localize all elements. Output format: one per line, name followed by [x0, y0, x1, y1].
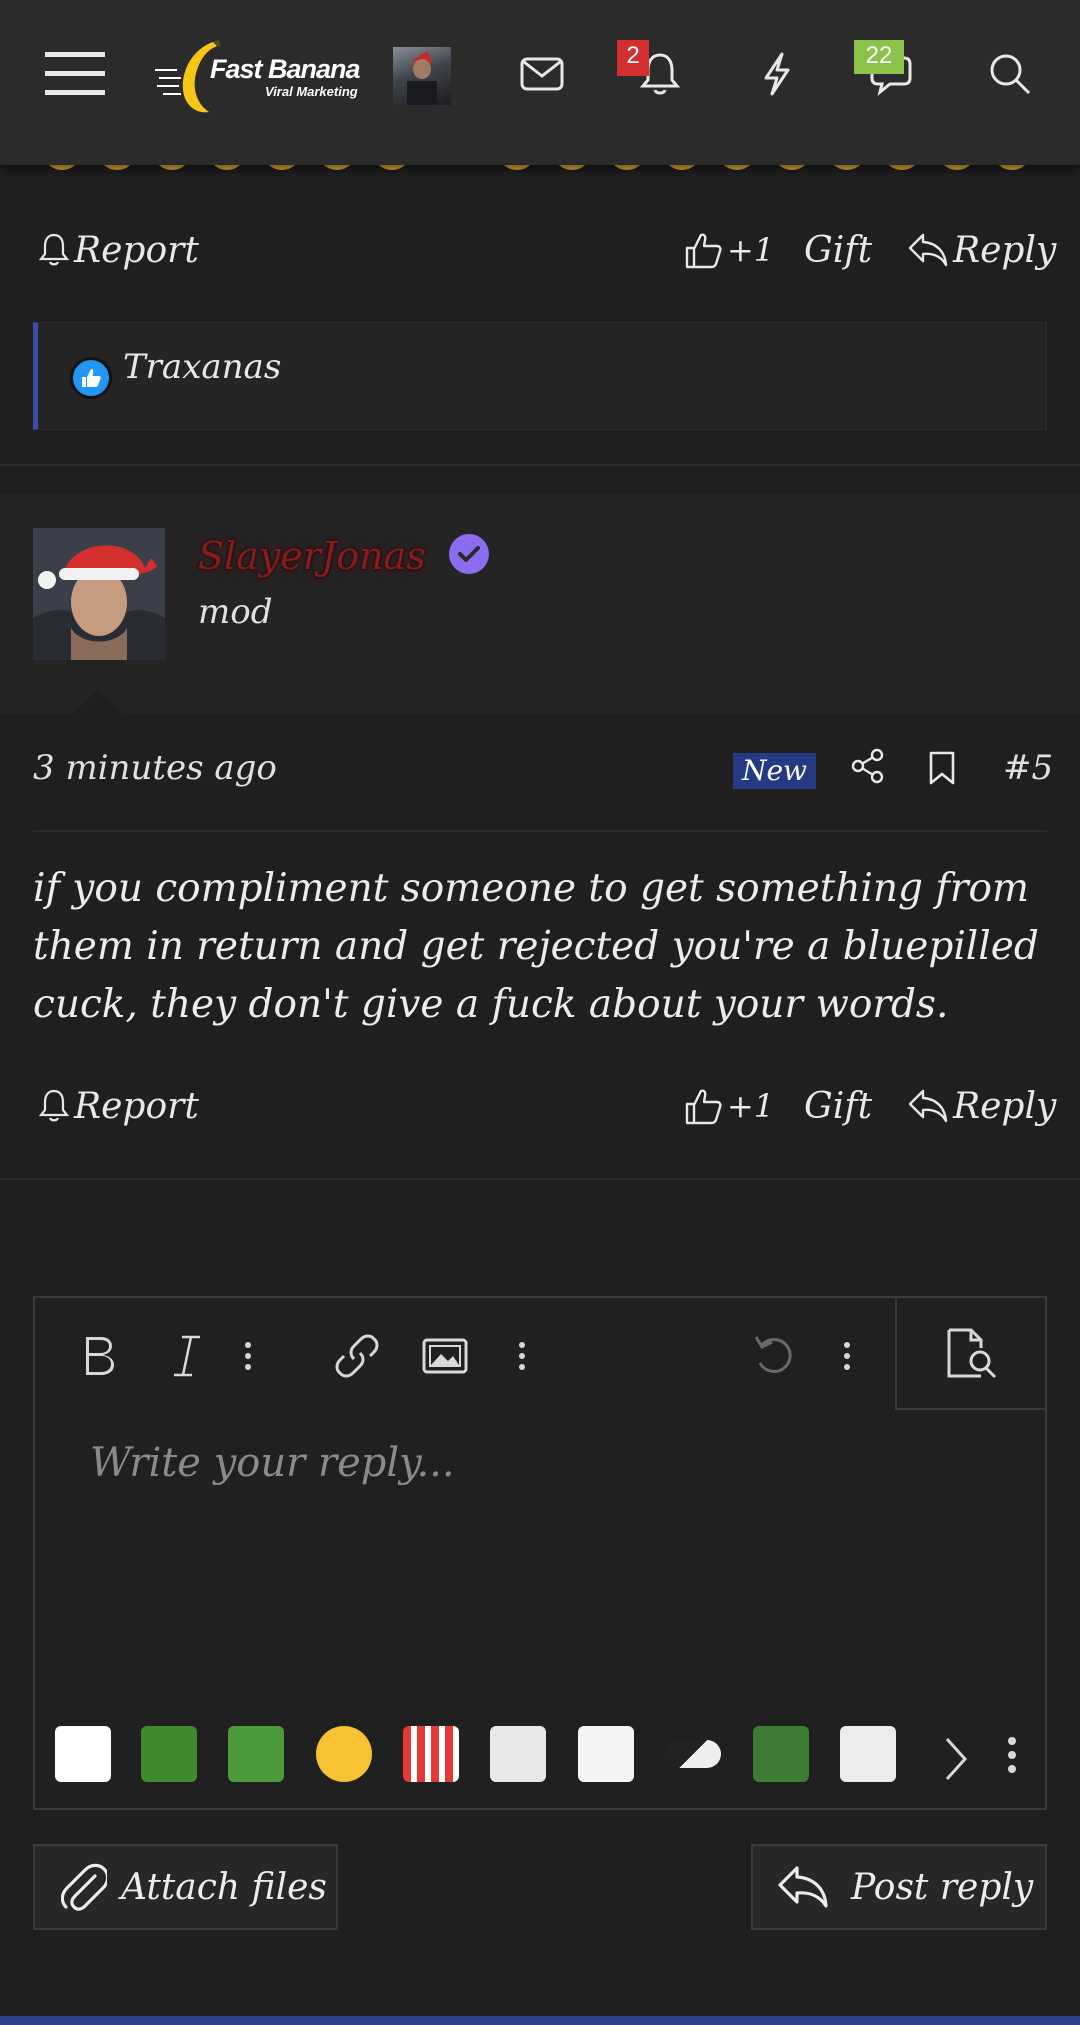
gift-button[interactable]: Gift	[804, 1076, 872, 1136]
report-button[interactable]: Report	[38, 220, 199, 280]
bookmark-icon[interactable]	[928, 750, 960, 790]
logo-title: Fast Banana	[210, 54, 361, 84]
new-badge: New	[733, 753, 816, 789]
like-icon	[685, 233, 722, 269]
envelope-icon[interactable]	[510, 42, 574, 106]
like-icon	[685, 1089, 722, 1125]
user-block-pointer	[70, 690, 126, 716]
more-insert-options-icon[interactable]	[507, 1326, 537, 1386]
report-label: Report	[74, 229, 199, 271]
report-button[interactable]: Report	[38, 1076, 199, 1136]
italic-button[interactable]	[157, 1326, 217, 1386]
menu-icon[interactable]	[43, 42, 107, 106]
pill-smilie-icon[interactable]	[665, 1740, 721, 1768]
bold-button[interactable]	[69, 1326, 129, 1386]
pepe-cry-smilie-icon[interactable]	[228, 1726, 284, 1782]
attach-files-button[interactable]: Attach files	[33, 1844, 338, 1930]
preview-icon	[947, 1328, 997, 1379]
alerts-count-badge: 2	[617, 40, 649, 76]
reply-icon	[908, 233, 948, 267]
popcorn-smilie-icon[interactable]	[403, 1726, 459, 1782]
bell-icon	[38, 233, 70, 266]
smilie-bar	[35, 1718, 1045, 1788]
like-count: +1	[727, 231, 775, 269]
smirk-wojak-smilie-icon[interactable]	[490, 1726, 546, 1782]
post-body: if you compliment someone to get somethi…	[33, 866, 1039, 1027]
gift-label: Gift	[804, 1085, 873, 1127]
top-header: Fast Banana Viral Marketing 2 22	[0, 0, 1080, 165]
search-icon[interactable]	[978, 42, 1042, 106]
logo-subtitle: Viral Marketing	[265, 84, 358, 99]
reply-icon	[778, 1866, 828, 1908]
reaction-user[interactable]: Traxanas	[123, 347, 281, 387]
preview-button[interactable]	[895, 1298, 1047, 1410]
wojak-smilie-icon[interactable]	[55, 1726, 111, 1782]
post-reply-button[interactable]: Post reply	[751, 1844, 1047, 1930]
reply-editor: Write your reply...	[33, 1296, 1047, 1810]
soyjak-smilie-icon[interactable]	[578, 1726, 634, 1782]
post-actions: Report +1 Gift Reply	[0, 1076, 1080, 1136]
site-logo[interactable]: Fast Banana Viral Marketing	[155, 38, 365, 118]
more-text-options-icon[interactable]	[233, 1326, 263, 1386]
user-role: mod	[198, 592, 273, 632]
post-meta: 3 minutes ago	[0, 740, 1080, 800]
post-user-block: SlayerJonas mod	[0, 494, 1080, 714]
paperclip-icon	[61, 1863, 107, 1911]
current-user-avatar[interactable]	[393, 47, 451, 105]
share-icon[interactable]	[850, 748, 890, 788]
reactions-bar[interactable]: Traxanas	[33, 322, 1047, 430]
more-options-icon[interactable]	[832, 1326, 862, 1386]
chad-smilie-icon[interactable]	[840, 1726, 896, 1782]
like-button[interactable]: +1	[683, 220, 774, 280]
like-reaction-icon	[70, 357, 112, 399]
reply-label: Reply	[953, 1085, 1057, 1127]
reply-icon	[908, 1089, 948, 1123]
reply-input[interactable]: Write your reply...	[90, 1440, 455, 1486]
post-number-link[interactable]: #5	[1003, 748, 1053, 788]
reply-label: Reply	[953, 229, 1057, 271]
bolt-icon[interactable]	[745, 42, 809, 106]
verified-badge-icon	[449, 534, 489, 574]
link-button[interactable]	[327, 1326, 387, 1386]
username[interactable]: SlayerJonas	[198, 534, 426, 578]
divider	[33, 830, 1047, 832]
divider	[0, 1178, 1080, 1180]
undo-button[interactable]	[745, 1326, 805, 1386]
laugh-smilie-icon[interactable]	[316, 1726, 372, 1782]
user-avatar[interactable]	[33, 528, 165, 660]
bottom-accent-bar	[0, 2016, 1080, 2025]
conversations-count-badge: 22	[854, 40, 904, 74]
smilie-more-icon[interactable]	[1007, 1736, 1017, 1774]
gift-label: Gift	[804, 229, 873, 271]
divider	[0, 464, 1080, 466]
pepe-pray-smilie-icon[interactable]	[753, 1726, 809, 1782]
attach-files-label: Attach files	[121, 1866, 327, 1908]
post-reply-label: Post reply	[851, 1866, 1034, 1908]
like-count: +1	[727, 1087, 775, 1125]
gift-button[interactable]: Gift	[804, 220, 872, 280]
image-button[interactable]	[415, 1326, 475, 1386]
chevron-right-icon[interactable]	[943, 1736, 969, 1782]
post-time[interactable]: 3 minutes ago	[33, 748, 277, 788]
report-label: Report	[74, 1085, 199, 1127]
prev-post-actions: Report +1 Gift Reply	[0, 220, 1080, 280]
reply-button[interactable]: Reply	[907, 220, 1056, 280]
bell-icon	[38, 1089, 70, 1122]
like-button[interactable]: +1	[683, 1076, 774, 1136]
reply-button[interactable]: Reply	[907, 1076, 1056, 1136]
pepe-smilie-icon[interactable]	[141, 1726, 197, 1782]
